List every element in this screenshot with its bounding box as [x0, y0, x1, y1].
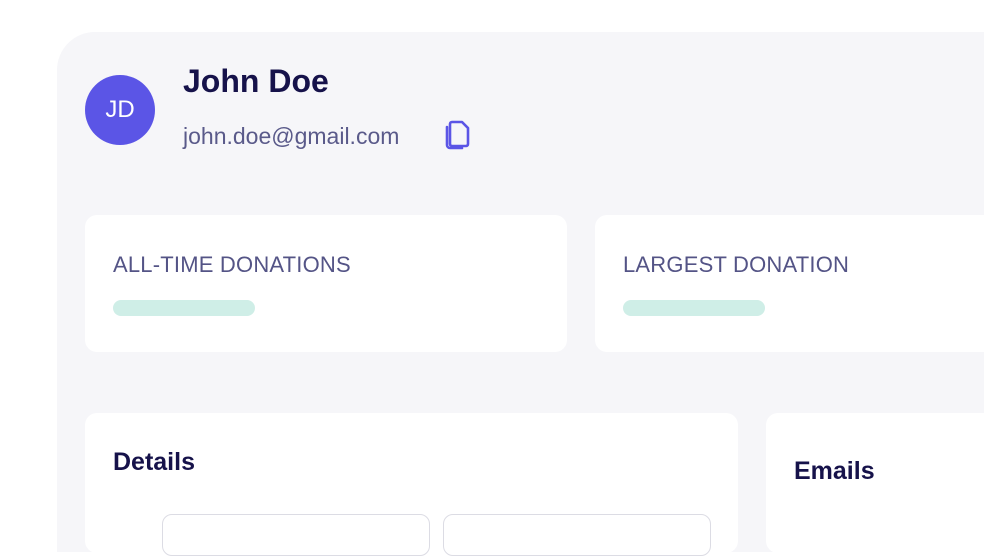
loading-skeleton — [113, 300, 255, 316]
details-card: Details — [85, 413, 738, 556]
stat-label: ALL-TIME DONATIONS — [113, 252, 351, 277]
profile-name: John Doe — [183, 63, 329, 99]
emails-title: Emails — [794, 457, 875, 485]
profile-email: john.doe@gmail.com — [183, 123, 400, 149]
copy-icon[interactable] — [443, 120, 471, 150]
details-title: Details — [113, 448, 195, 476]
stat-label: LARGEST DONATION — [623, 252, 850, 277]
avatar: JD — [85, 75, 155, 145]
emails-card: Emails — [766, 413, 984, 553]
avatar-initials: JD — [105, 96, 135, 123]
details-input[interactable] — [443, 514, 711, 556]
loading-skeleton — [623, 300, 765, 316]
largest-donation-card: LARGEST DONATION — [595, 215, 984, 352]
all-time-donations-card: ALL-TIME DONATIONS — [85, 215, 567, 352]
details-input[interactable] — [162, 514, 430, 556]
